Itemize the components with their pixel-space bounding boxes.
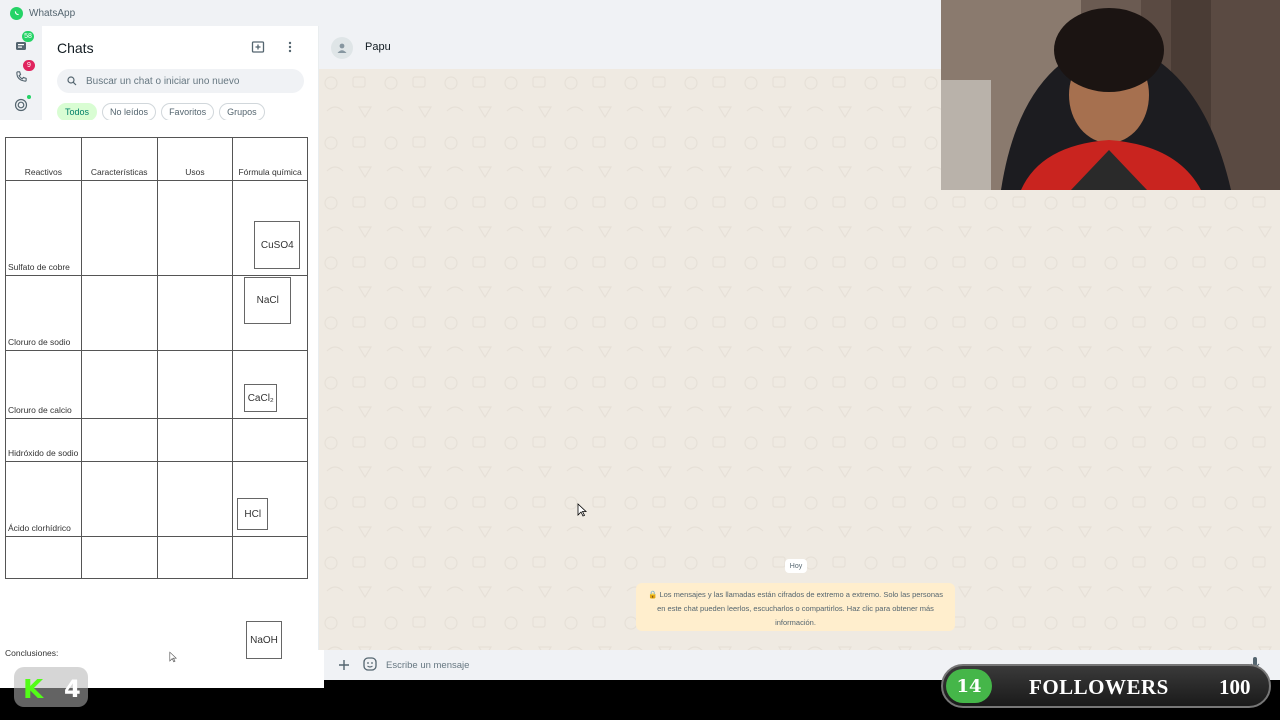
window-title: WhatsApp <box>29 7 76 19</box>
header-reactivos: Reactivos <box>5 137 82 181</box>
kick-viewer-count: 4 <box>64 675 81 703</box>
calls-missed-badge: 9 <box>23 60 35 71</box>
emoji-button[interactable] <box>361 655 379 673</box>
header-usos: Usos <box>156 137 234 181</box>
new-chat-icon <box>251 41 265 53</box>
reagent-name: Sulfato de cobre <box>5 180 82 276</box>
attach-button[interactable] <box>335 656 353 674</box>
filter-chip-all[interactable]: Todos <box>57 103 98 121</box>
worksheet-overlay: Reactivos Características Usos Fórmula q… <box>0 120 324 688</box>
formula-box: HCl <box>237 498 269 530</box>
kebab-menu-icon <box>288 41 292 53</box>
formula-box-naoh: NaOH <box>246 621 282 659</box>
kick-logo-icon: K <box>23 675 44 705</box>
search-input[interactable] <box>86 75 286 87</box>
filter-chip-unread[interactable]: No leídos <box>102 103 157 121</box>
new-chat-button[interactable] <box>250 39 266 55</box>
table-row: Ácido clorhídrico HCl <box>5 461 308 537</box>
reagents-table: Reactivos Características Usos Fórmula q… <box>5 137 308 579</box>
table-row: Cloruro de sodio NaCl <box>5 275 308 351</box>
filter-chip-favorites[interactable]: Favoritos <box>161 103 215 121</box>
contact-name[interactable]: Papu <box>365 41 391 53</box>
encryption-notice[interactable]: 🔒 Los mensajes y las llamadas están cifr… <box>636 583 955 631</box>
status-nav-button[interactable] <box>10 94 32 116</box>
person-icon <box>337 43 347 53</box>
formula-box: NaCl <box>244 277 292 324</box>
panel-title: Chats <box>57 40 94 56</box>
search-box[interactable] <box>57 69 304 93</box>
conclusions-label: Conclusiones: <box>5 648 59 658</box>
chat-list-panel: Chats Todos No leídos Favoritos Grupos <box>42 26 318 121</box>
reagent-name: Hidróxido de sodio <box>5 418 82 462</box>
webcam-overlay <box>941 0 1280 190</box>
table-row: Cloruro de calcio CaCl₂ <box>5 350 308 419</box>
reagent-name: Cloruro de sodio <box>5 275 82 351</box>
formula-box: CuSO4 <box>254 221 301 269</box>
chats-unread-badge: 58 <box>22 31 34 42</box>
filter-chip-groups[interactable]: Grupos <box>219 103 265 121</box>
table-row <box>5 536 308 579</box>
phone-icon <box>15 70 27 82</box>
header-caracteristicas: Características <box>80 137 158 181</box>
followers-goal-widget: 14 FOLLOWERS 100 <box>941 664 1271 708</box>
whatsapp-logo-icon <box>10 6 23 20</box>
mouse-cursor-icon <box>577 503 587 517</box>
sticker-emoji-icon <box>363 657 377 671</box>
search-icon <box>67 76 77 86</box>
formula-box: CaCl₂ <box>244 384 278 412</box>
reagent-name: Ácido clorhídrico <box>5 461 82 537</box>
table-row: Sulfato de cobre CuSO4 <box>5 180 308 276</box>
conversation-header[interactable]: Papu <box>318 26 941 69</box>
status-dot <box>27 95 31 99</box>
contact-avatar[interactable] <box>331 37 353 59</box>
menu-button[interactable] <box>282 39 298 55</box>
chats-nav-button[interactable]: 58 <box>10 31 34 57</box>
streamer-webcam-image <box>941 0 1280 190</box>
reagent-name: Cloruro de calcio <box>5 350 82 419</box>
kick-viewer-widget: K 4 <box>14 667 88 707</box>
table-row: Hidróxido de sodio <box>5 418 308 462</box>
followers-label: FOLLOWERS <box>1029 675 1169 699</box>
nav-rail: 58 9 <box>0 26 42 120</box>
calls-nav-button[interactable]: 9 <box>10 60 35 87</box>
followers-count: 14 <box>946 669 992 703</box>
filter-chips: Todos No leídos Favoritos Grupos <box>57 103 265 121</box>
status-icon <box>14 98 28 112</box>
header-formula: Fórmula química <box>232 137 308 181</box>
plus-icon <box>339 660 349 670</box>
followers-goal: 100 <box>1219 675 1251 699</box>
table-header-row: Reactivos Características Usos Fórmula q… <box>5 137 308 181</box>
date-separator: Hoy <box>785 559 807 573</box>
mouse-cursor-icon <box>169 651 177 663</box>
